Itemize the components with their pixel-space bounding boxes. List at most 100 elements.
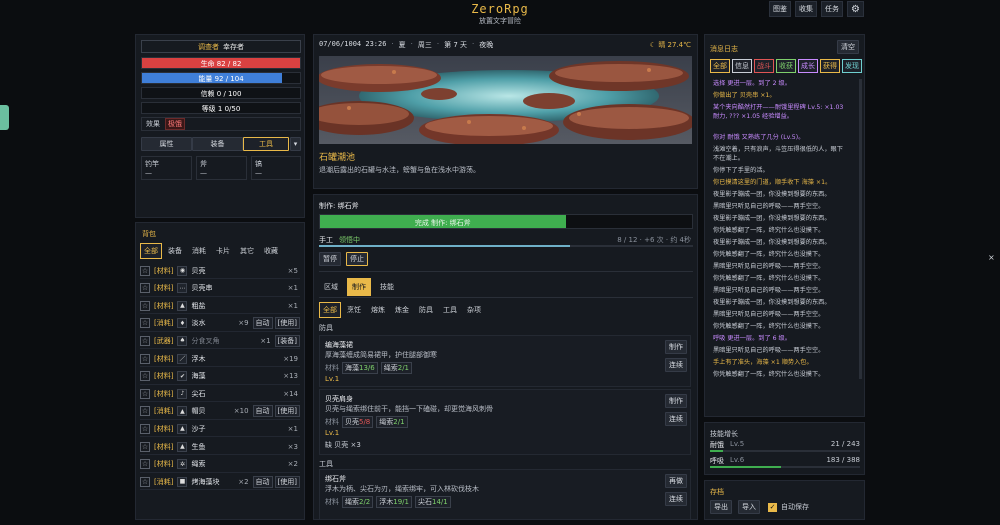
category-tab-3[interactable]: 炼金 <box>391 302 413 318</box>
star-icon[interactable]: ☆ <box>140 283 150 294</box>
category-tab-2[interactable]: 熔炼 <box>367 302 389 318</box>
backpack-item[interactable]: ☆ [材料] ▲ 沙子 ×1 <box>140 421 300 438</box>
backpack-tab-2[interactable]: 消耗 <box>188 243 210 259</box>
item-tag: [材料] <box>154 284 174 293</box>
continuous-button[interactable]: 连续 <box>665 412 687 426</box>
category-tab-1[interactable]: 烹饪 <box>343 302 365 318</box>
star-icon[interactable]: ☆ <box>140 265 150 276</box>
backpack-item[interactable]: ☆ [材料] ／浮木 ×19 <box>140 351 300 367</box>
mode-tab-2[interactable]: 技能 <box>375 278 399 296</box>
category-tab-6[interactable]: 杂项 <box>463 302 485 318</box>
category-tab-4[interactable]: 防具 <box>415 302 437 318</box>
checkbox-icon[interactable]: ✓ <box>768 502 777 512</box>
tab-dropdown[interactable]: ▾ <box>290 137 301 151</box>
backpack-item[interactable]: ☆ [材料] ✲ 绳索 ×2 <box>140 457 300 473</box>
tool-slot-axe[interactable]: 斧 — <box>196 156 247 180</box>
recipe-materials: 材料 贝壳5/8 绳索2/1 <box>325 416 408 428</box>
tool-slot-pickaxe[interactable]: 镐 — <box>251 156 301 180</box>
clear-log-button[interactable]: 清空 <box>837 40 859 54</box>
settings-button[interactable]: ⚙ <box>847 1 864 17</box>
craft-button[interactable]: 再做 <box>665 474 687 488</box>
save-title: 存档 <box>710 488 724 496</box>
close-icon[interactable]: × <box>988 253 995 262</box>
backpack-item[interactable]: ☆ [消耗] ♦ 淡水 ×9 自动 [使用] <box>140 316 300 332</box>
side-drawer-handle[interactable] <box>0 105 9 130</box>
backpack-item[interactable]: ☆ [材料] ◉ 贝壳 ×5 <box>140 263 300 279</box>
star-icon[interactable]: ☆ <box>140 459 150 470</box>
log-line: 夜里影子蹦成一团，你没摸到想要的东西。 <box>713 299 831 306</box>
codex-button[interactable]: 图鉴 <box>769 1 791 17</box>
moon-icon: ☾ <box>649 41 657 49</box>
import-button[interactable]: 导入 <box>738 500 760 514</box>
star-icon[interactable]: ☆ <box>140 476 150 487</box>
star-icon[interactable]: ☆ <box>140 406 150 417</box>
item-action-button[interactable]: 自动 <box>252 317 273 330</box>
log-scrollbar[interactable] <box>859 79 862 379</box>
item-action-button[interactable]: [使用] <box>274 475 300 488</box>
backpack-item[interactable]: ☆ [材料] ⋯ 贝壳串 ×1 <box>140 281 300 297</box>
log-filter-4[interactable]: 成长 <box>798 59 818 73</box>
backpack-item[interactable]: ☆ [材料] ✔ 海藻 ×13 <box>140 369 300 385</box>
tab-tools[interactable]: 工具 <box>243 137 289 151</box>
backpack-tab-0[interactable]: 全部 <box>140 243 162 259</box>
continuous-button[interactable]: 连续 <box>665 492 687 506</box>
log-filter-1[interactable]: 信息 <box>732 59 752 73</box>
autosave-toggle[interactable]: ✓ 自动保存 <box>768 502 809 512</box>
star-icon[interactable]: ☆ <box>140 300 150 311</box>
app-subtitle: 放置文字冒险 <box>479 17 521 25</box>
category-tab-0[interactable]: 全部 <box>319 302 341 318</box>
backpack-panel: 背包 全部 装备 消耗 卡片 其它 收藏 ☆ [材料] ◉ 贝壳 ×5 ☆ [材料] ⋯ 贝壳串 ×1 ☆ [材… <box>135 222 305 520</box>
hp-label: 生命 82 / 82 <box>200 60 242 68</box>
log-line: 你对 耐饿 又熟练了几分 (Lv.5)。 <box>713 134 805 141</box>
item-tag: [材料] <box>154 372 174 381</box>
quest-button[interactable]: 任务 <box>821 1 843 17</box>
continuous-button[interactable]: 连续 <box>665 358 687 372</box>
log-filter-2[interactable]: 战斗 <box>754 59 774 73</box>
log-filter-5[interactable]: 获得 <box>820 59 840 73</box>
tool-slot-rod[interactable]: 钓竿 — <box>141 156 192 180</box>
craft-button[interactable]: 制作 <box>665 394 687 408</box>
backpack-item[interactable]: ☆ [消耗] ■ 烤海藻块 ×2 自动 [使用] <box>140 474 300 491</box>
star-icon[interactable]: ☆ <box>140 423 150 434</box>
item-action-button[interactable]: 自动 <box>252 405 273 418</box>
crafting-progress-label: 完成 制作: 绑石斧 <box>414 219 471 227</box>
item-action-button[interactable]: [装备] <box>274 334 300 347</box>
mode-tab-0[interactable]: 区域 <box>319 278 343 296</box>
craft-button[interactable]: 制作 <box>665 340 687 354</box>
star-icon[interactable]: ☆ <box>140 318 150 329</box>
item-count: ×5 <box>287 266 298 275</box>
tab-attributes[interactable]: 属性 <box>141 137 192 151</box>
backpack-item[interactable]: ☆ [材料] ▲ 粗盐 ×1 <box>140 298 300 315</box>
backpack-item[interactable]: ☆ [武器] ♠ 分食叉角 ×1 [装备] <box>140 333 300 350</box>
backpack-tab-4[interactable]: 其它 <box>236 243 258 259</box>
star-icon[interactable]: ☆ <box>140 353 150 364</box>
material-qty: 2/1 <box>397 364 409 372</box>
backpack-item[interactable]: ☆ [消耗] ▲ 帽贝 ×10 自动 [使用] <box>140 404 300 420</box>
backpack-item[interactable]: ☆ [材料] ♪ 尖石 ×14 <box>140 386 300 403</box>
star-icon[interactable]: ☆ <box>140 335 150 346</box>
backpack-tab-3[interactable]: 卡片 <box>212 243 234 259</box>
log-filter-0[interactable]: 全部 <box>710 59 730 73</box>
log-filter-3[interactable]: 收获 <box>776 59 796 73</box>
backpack-tab-5[interactable]: 收藏 <box>260 243 282 259</box>
star-icon[interactable]: ☆ <box>140 388 150 399</box>
divider <box>319 271 693 272</box>
item-action-button[interactable]: [使用] <box>274 405 300 418</box>
material-chip: 浮木19/1 <box>376 496 412 508</box>
collection-button[interactable]: 收集 <box>795 1 817 17</box>
item-action-button[interactable]: 自动 <box>252 475 273 488</box>
star-icon[interactable]: ☆ <box>140 441 150 452</box>
stop-button[interactable]: 停止 <box>346 252 368 266</box>
log-filter-6[interactable]: 发现 <box>842 59 862 73</box>
mode-tab-1[interactable]: 制作 <box>347 278 371 296</box>
tab-equipment[interactable]: 装备 <box>192 137 243 151</box>
item-action-button[interactable]: [使用] <box>274 317 300 330</box>
item-count: ×14 <box>283 389 298 398</box>
pause-button[interactable]: 暂停 <box>319 252 341 266</box>
backpack-item[interactable]: ☆ [材料] ▲ 生鱼 ×3 <box>140 439 300 455</box>
backpack-tab-1[interactable]: 装备 <box>164 243 186 259</box>
log-line: 你凭触感翻了一阵，终究什么也没摸下。 <box>713 371 825 378</box>
star-icon[interactable]: ☆ <box>140 371 150 382</box>
category-tab-5[interactable]: 工具 <box>439 302 461 318</box>
export-button[interactable]: 导出 <box>710 500 732 514</box>
